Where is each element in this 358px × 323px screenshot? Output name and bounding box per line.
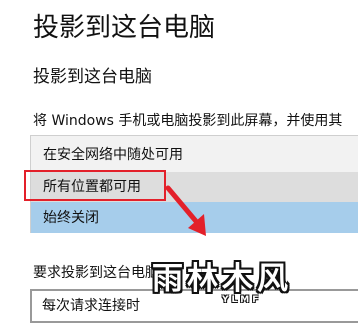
page-title: 投影到这台电脑 bbox=[33, 13, 216, 43]
pointer-arrow-annotation bbox=[165, 185, 206, 236]
watermark-text: 雨林木风 bbox=[152, 261, 292, 297]
section-description: 将 Windows 手机或电脑投影到此屏幕，并使用其 bbox=[33, 113, 343, 129]
section-title: 投影到这台电脑 bbox=[33, 67, 152, 87]
ask-to-project-label: 要求投影到这台电脑 bbox=[33, 265, 159, 281]
option-secure-networks[interactable]: 在安全网络中随处可用 bbox=[31, 136, 358, 172]
watermark-sub: YLMF bbox=[222, 295, 262, 305]
ylmf-watermark-logo: 雨林木风 YLMF bbox=[152, 258, 356, 310]
